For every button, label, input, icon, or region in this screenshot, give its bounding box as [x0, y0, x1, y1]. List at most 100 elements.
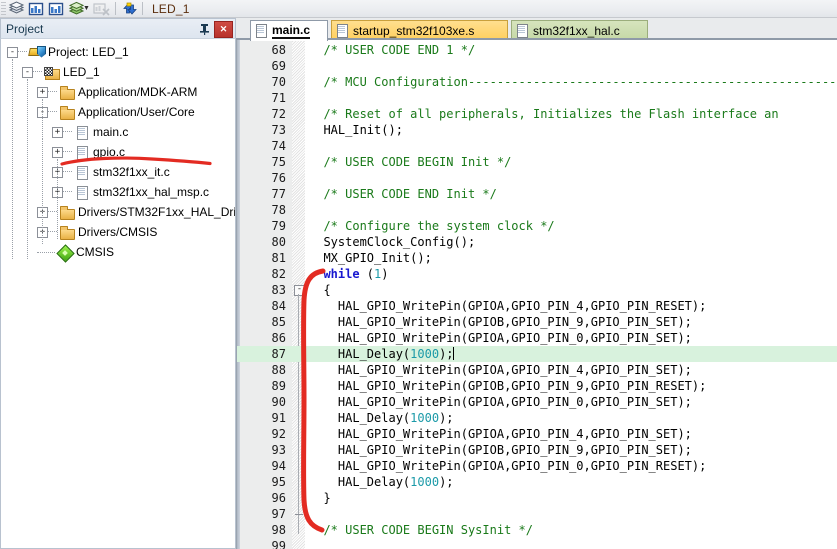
tree-guide-line [57, 159, 58, 239]
tree-item-label: gpio.c [93, 145, 126, 159]
tree-item-target-led1[interactable]: - LED_1 [1, 62, 235, 82]
tab-startup-stm32f103xe-s[interactable]: startup_stm32f103xe.s [331, 20, 508, 40]
code-line[interactable]: 90 HAL_GPIO_WritePin(GPIOA,GPIO_PIN_0,GP… [237, 394, 837, 410]
tree-item-main-c[interactable]: + main.c [1, 122, 235, 142]
code-line[interactable]: 96 } [237, 490, 837, 506]
code-line[interactable]: 73 HAL_Init(); [237, 122, 837, 138]
code-line[interactable]: 71 [237, 90, 837, 106]
code-text: HAL_GPIO_WritePin(GPIOA,GPIO_PIN_0,GPIO_… [309, 330, 692, 346]
code-text: HAL_Delay(1000); [309, 474, 454, 490]
code-token: HAL_Delay( [309, 347, 411, 361]
code-text: { [309, 282, 330, 298]
code-text: SystemClock_Config(); [309, 234, 475, 250]
code-line[interactable]: 92 HAL_GPIO_WritePin(GPIOA,GPIO_PIN_4,GP… [237, 426, 837, 442]
expand-toggle-icon[interactable]: + [52, 126, 63, 138]
code-editor[interactable]: 68 /* USER CODE END 1 */69 70 /* MCU Conf… [236, 40, 837, 549]
tree-connector [48, 231, 57, 233]
pack-installer-icon[interactable] [119, 1, 139, 17]
code-line[interactable]: 78 [237, 202, 837, 218]
code-line[interactable]: 93 HAL_GPIO_WritePin(GPIOB,GPIO_PIN_9,GP… [237, 442, 837, 458]
tree-connector [63, 171, 72, 173]
collapse-toggle-icon[interactable]: - [7, 46, 18, 58]
build-target-icon[interactable] [6, 1, 26, 17]
pin-icon[interactable] [196, 21, 212, 37]
project-panel: Project ✕ - Project: LED_1 - LED_1 + Applicat… [0, 18, 236, 549]
options-for-target-icon[interactable] [26, 1, 46, 17]
line-number: 98 [271, 523, 286, 537]
code-line[interactable]: 74 [237, 138, 837, 154]
manage-project-items-icon[interactable] [46, 1, 66, 17]
keil-uvision-window: ▼ LED_1 Project ✕ - Project: LED_1 - LED… [0, 0, 837, 549]
code-line[interactable]: 85 HAL_GPIO_WritePin(GPIOB,GPIO_PIN_9,GP… [237, 314, 837, 330]
code-token: HAL_GPIO_WritePin(GPIOA,GPIO_PIN_4,GPIO_… [309, 427, 692, 441]
close-icon[interactable]: ✕ [214, 20, 233, 38]
code-line[interactable]: 68 /* USER CODE END 1 */ [237, 42, 837, 58]
code-line[interactable]: 83 { [237, 282, 837, 298]
code-token: /* USER CODE BEGIN SysInit */ [309, 523, 533, 537]
code-line[interactable]: 88 HAL_GPIO_WritePin(GPIOA,GPIO_PIN_4,GP… [237, 362, 837, 378]
code-line[interactable]: 97 [237, 506, 837, 522]
line-number: 89 [271, 379, 286, 393]
code-line-highlighted[interactable]: 87 HAL_Delay(1000); [237, 346, 837, 362]
batch-build-icon[interactable] [66, 1, 86, 17]
folder-icon [59, 105, 75, 120]
tree-item-cmsis[interactable]: CMSIS [1, 242, 235, 262]
code-text: HAL_GPIO_WritePin(GPIOA,GPIO_PIN_4,GPIO_… [309, 426, 692, 442]
file-icon [74, 125, 90, 140]
tree-item-label: stm32f1xx_hal_msp.c [93, 185, 210, 199]
code-line[interactable]: 72 /* Reset of all peripherals, Initiali… [237, 106, 837, 122]
code-line[interactable]: 94 HAL_GPIO_WritePin(GPIOA,GPIO_PIN_0,GP… [237, 458, 837, 474]
code-line[interactable]: 89 HAL_GPIO_WritePin(GPIOB,GPIO_PIN_9,GP… [237, 378, 837, 394]
tree-item-gpio-c[interactable]: + gpio.c [1, 142, 235, 162]
line-number: 76 [271, 171, 286, 185]
tree-item-application-mdk-arm[interactable]: + Application/MDK-ARM [1, 82, 235, 102]
tree-connector [63, 191, 72, 193]
file-icon [74, 145, 90, 160]
tab-main-c[interactable]: main.c [250, 20, 328, 41]
code-line[interactable]: 81 MX_GPIO_Init(); [237, 250, 837, 266]
line-number: 83 [271, 283, 286, 297]
expand-toggle-icon[interactable]: + [52, 146, 63, 158]
code-line[interactable]: 98 /* USER CODE BEGIN SysInit */ [237, 522, 837, 538]
collapse-toggle-icon[interactable]: - [22, 66, 33, 78]
code-line[interactable]: 84 HAL_GPIO_WritePin(GPIOA,GPIO_PIN_4,GP… [237, 298, 837, 314]
tree-item-project-root[interactable]: - Project: LED_1 [1, 42, 235, 62]
code-line[interactable]: 75 /* USER CODE BEGIN Init */ [237, 154, 837, 170]
line-number: 96 [271, 491, 286, 505]
line-number: 81 [271, 251, 286, 265]
tree-item-stm32f1xx-it-c[interactable]: + stm32f1xx_it.c [1, 162, 235, 182]
file-icon [255, 24, 268, 38]
code-text: } [309, 490, 331, 506]
tree-item-application-user-core[interactable]: - Application/User/Core [1, 102, 235, 122]
code-line[interactable]: 95 HAL_Delay(1000); [237, 474, 837, 490]
line-number: 74 [271, 139, 286, 153]
tree-item-drivers-cmsis[interactable]: + Drivers/CMSIS [1, 222, 235, 242]
tree-item-label: Project: LED_1 [48, 45, 129, 59]
code-token: ( [359, 267, 375, 281]
expand-toggle-icon[interactable]: + [37, 86, 48, 98]
code-line[interactable]: 77 /* USER CODE END Init */ [237, 186, 837, 202]
code-line[interactable]: 86 HAL_GPIO_WritePin(GPIOA,GPIO_PIN_0,GP… [237, 330, 837, 346]
project-panel-header: Project ✕ [0, 18, 236, 39]
tree-item-label: Drivers/STM32F1xx_HAL_Driv [78, 205, 236, 219]
project-tree: - Project: LED_1 - LED_1 + Application/MDK-AR… [1, 39, 235, 262]
code-line[interactable]: 69 [237, 58, 837, 74]
line-number: 86 [271, 331, 286, 345]
code-line[interactable]: 70 /* MCU Configuration-----------------… [237, 74, 837, 90]
project-tree-container[interactable]: - Project: LED_1 - LED_1 + Application/MDK-AR… [0, 38, 236, 549]
code-line[interactable]: 76 [237, 170, 837, 186]
code-token: while [323, 267, 360, 281]
tree-item-stm32f1xx-hal-msp-c[interactable]: + stm32f1xx_hal_msp.c [1, 182, 235, 202]
fold-toggle-icon[interactable]: - [294, 285, 305, 296]
code-line[interactable]: 80 SystemClock_Config(); [237, 234, 837, 250]
tab-stm32f1xx-hal-c[interactable]: stm32f1xx_hal.c [511, 20, 648, 40]
code-line[interactable]: 91 HAL_Delay(1000); [237, 410, 837, 426]
code-token: } [309, 491, 331, 505]
code-line[interactable]: 99 [237, 538, 837, 549]
code-line[interactable]: 79 /* Configure the system clock */ [237, 218, 837, 234]
target-name-label: LED_1 [151, 1, 190, 16]
tree-connector [18, 51, 27, 53]
code-line[interactable]: 82 while (1) [237, 266, 837, 282]
tree-item-drivers-hal[interactable]: + Drivers/STM32F1xx_HAL_Driv [1, 202, 235, 222]
code-text: HAL_GPIO_WritePin(GPIOB,GPIO_PIN_9,GPIO_… [309, 442, 692, 458]
